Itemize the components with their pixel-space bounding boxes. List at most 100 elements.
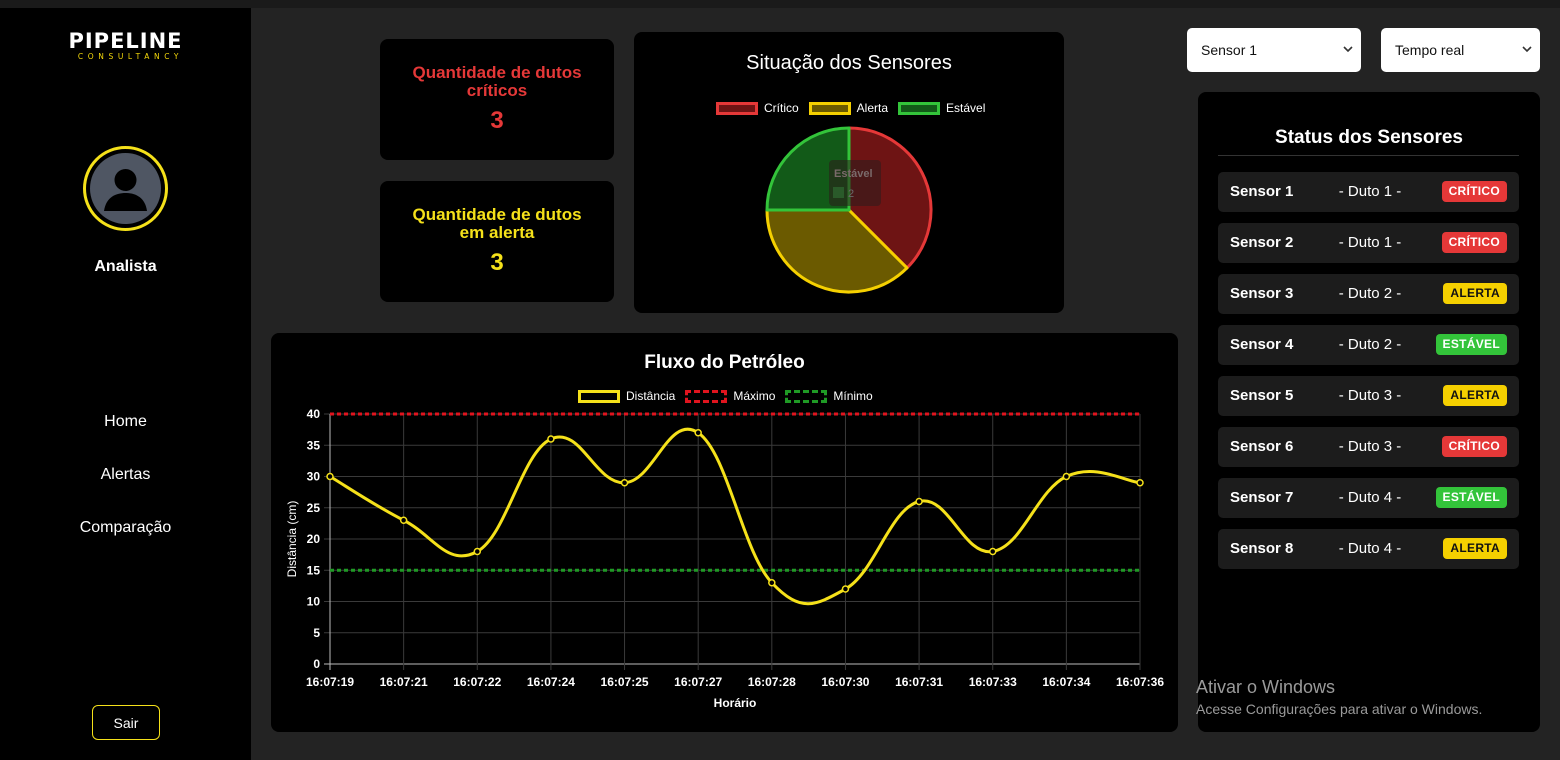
- sensor-name: Sensor 4: [1230, 336, 1294, 353]
- sensor-name: Sensor 5: [1230, 387, 1294, 404]
- windows-activation-watermark: Ativar o Windows Acesse Configurações pa…: [1196, 677, 1482, 717]
- status-panel-title: Status dos Sensores: [1275, 127, 1463, 148]
- distance-data-point[interactable]: [768, 579, 776, 587]
- distance-data-point[interactable]: [620, 479, 629, 487]
- sensor-name: Sensor 3: [1230, 285, 1294, 302]
- nav-home[interactable]: Home: [0, 413, 251, 431]
- x-tick-label: 16:07:30: [821, 675, 869, 689]
- duct-name: - Duto 1 -: [1338, 234, 1402, 251]
- chart-grid: [324, 413, 1141, 670]
- sensor-status-row[interactable]: Sensor 5 - Duto 3 - ALERTA: [1218, 376, 1519, 416]
- chevron-down-icon: [1522, 46, 1532, 53]
- watermark-subtitle: Acesse Configurações para ativar o Windo…: [1196, 701, 1483, 717]
- status-badge: CRÍTICO: [1441, 181, 1507, 202]
- y-tick-label: 0: [313, 657, 320, 671]
- duct-name: - Duto 2 -: [1338, 285, 1402, 302]
- duct-name: - Duto 4 -: [1338, 489, 1402, 506]
- distance-data-point[interactable]: [326, 472, 334, 481]
- watermark-title: Ativar o Windows: [1196, 677, 1336, 697]
- user-role: Analista: [94, 258, 157, 275]
- logout-button[interactable]: Sair: [92, 705, 160, 740]
- sensor-status-row[interactable]: Sensor 1 - Duto 1 - CRÍTICO: [1218, 172, 1519, 212]
- x-tick-label: 16:07:24: [527, 675, 575, 689]
- sensor-status-row[interactable]: Sensor 6 - Duto 3 - CRÍTICO: [1218, 427, 1519, 467]
- y-tick-label: 5: [313, 626, 320, 640]
- user-icon: [90, 153, 161, 224]
- duct-name: - Duto 3 -: [1338, 438, 1402, 455]
- sensor-name: Sensor 8: [1230, 540, 1294, 557]
- kpi-critical-value: 3: [490, 107, 504, 134]
- y-tick-label: 35: [307, 438, 321, 452]
- kpi-alert-value: 3: [490, 249, 504, 276]
- status-badge: ALERTA: [1443, 538, 1507, 559]
- nav-alerts[interactable]: Alertas: [0, 466, 251, 484]
- brand-name: PIPELINE: [68, 29, 183, 53]
- sensor-select-value: Sensor 1: [1201, 42, 1258, 58]
- brand-tagline: CONSULTANCY: [77, 52, 184, 61]
- y-tick-label: 40: [307, 407, 321, 421]
- sensor-name: Sensor 2: [1230, 234, 1294, 251]
- sidebar: PIPELINE CONSULTANCY Analista Home Alert…: [0, 8, 251, 760]
- distance-series-line: [329, 427, 1141, 606]
- sensor-name: Sensor 1: [1230, 183, 1294, 200]
- x-axis-title: Horário: [714, 696, 757, 710]
- status-badge: ALERTA: [1443, 385, 1507, 406]
- y-tick-label: 25: [307, 501, 321, 515]
- tooltip-label: Estável: [834, 168, 873, 180]
- status-badge: CRÍTICO: [1441, 436, 1507, 457]
- x-tick-label: 16:07:31: [895, 675, 943, 689]
- sensor-select[interactable]: Sensor 1: [1187, 28, 1361, 72]
- distance-data-point[interactable]: [1062, 472, 1071, 481]
- status-badge: CRÍTICO: [1441, 232, 1507, 253]
- avatar[interactable]: [83, 146, 168, 231]
- chevron-down-icon: [1343, 46, 1353, 53]
- sensor-status-row[interactable]: Sensor 4 - Duto 2 - ESTÁVEL: [1218, 325, 1519, 365]
- kpi-critical-card: Quantidade de dutos críticos 3: [380, 39, 614, 160]
- y-axis-title: Distância (cm): [285, 501, 299, 578]
- sensor-status-row[interactable]: Sensor 3 - Duto 2 - ALERTA: [1218, 274, 1519, 314]
- duct-name: - Duto 3 -: [1338, 387, 1402, 404]
- pie-tooltip: Estável 2: [829, 160, 881, 206]
- x-tick-label: 16:07:25: [601, 675, 649, 689]
- status-badge: ALERTA: [1443, 283, 1507, 304]
- tooltip-box: [829, 160, 881, 206]
- x-tick-label: 16:07:22: [453, 675, 501, 689]
- pie-chart-card: Situação dos Sensores Crítico Alerta Est…: [634, 32, 1064, 313]
- distance-data-point[interactable]: [694, 429, 702, 437]
- x-tick-label: 16:07:36: [1116, 675, 1164, 689]
- distance-data-point[interactable]: [547, 435, 555, 443]
- tooltip-swatch: [833, 187, 844, 198]
- status-divider: [1218, 155, 1519, 156]
- y-tick-label: 30: [307, 470, 321, 484]
- sensor-status-row[interactable]: Sensor 2 - Duto 1 - CRÍTICO: [1218, 223, 1519, 263]
- sensor-status-row[interactable]: Sensor 8 - Duto 4 - ALERTA: [1218, 529, 1519, 569]
- period-select-value: Tempo real: [1395, 42, 1465, 58]
- x-tick-label: 16:07:27: [674, 675, 722, 689]
- sensor-status-row[interactable]: Sensor 7 - Duto 4 - ESTÁVEL: [1218, 478, 1519, 518]
- duct-name: - Duto 1 -: [1338, 183, 1402, 200]
- kpi-critical-title: Quantidade de dutos críticos: [412, 63, 582, 100]
- sensor-name: Sensor 7: [1230, 489, 1294, 506]
- line-chart-card: Fluxo do Petróleo Distância Máximo Mínim…: [271, 333, 1178, 732]
- x-tick-label: 16:07:28: [748, 675, 796, 689]
- line-chart: 0 5 10 15 20 25 30 35 40 16:07:19 16:07:21 16:07:22…: [285, 407, 1164, 710]
- kpi-alert-card: Quantidade de dutos em alerta 3: [380, 181, 614, 302]
- status-badge: ESTÁVEL: [1435, 334, 1507, 355]
- distance-data-point[interactable]: [1136, 479, 1144, 487]
- distance-data-point[interactable]: [473, 547, 482, 556]
- distance-data-point[interactable]: [399, 516, 408, 524]
- period-select[interactable]: Tempo real: [1381, 28, 1540, 72]
- tooltip-value: 2: [848, 188, 854, 200]
- distance-data-point[interactable]: [988, 547, 997, 556]
- y-tick-label: 15: [307, 563, 321, 577]
- distance-data-point[interactable]: [841, 585, 850, 593]
- x-tick-label: 16:07:33: [969, 675, 1017, 689]
- y-tick-label: 10: [307, 595, 321, 609]
- kpi-alert-title: Quantidade de dutos em alerta: [412, 205, 582, 242]
- duct-name: - Duto 4 -: [1338, 540, 1402, 557]
- nav-comparison[interactable]: Comparação: [0, 519, 251, 537]
- distance-data-point[interactable]: [915, 497, 923, 506]
- y-tick-label: 20: [307, 532, 321, 546]
- brand-logo: PIPELINE CONSULTANCY: [0, 30, 251, 62]
- status-panel: Status dos Sensores Sensor 1 - Duto 1 - CR…: [1198, 92, 1540, 732]
